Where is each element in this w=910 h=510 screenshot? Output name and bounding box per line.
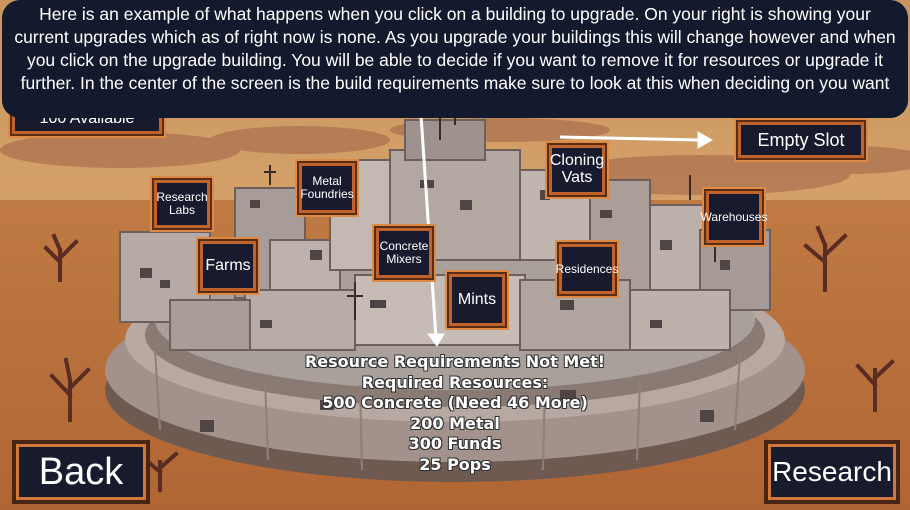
tooltip-bottom: [2, 96, 908, 118]
resource-requirements: Resource Requirements Not Met! Required …: [280, 352, 630, 475]
concrete-mixers-label: Concrete Mixers: [379, 239, 429, 266]
research-button[interactable]: Research: [764, 440, 900, 504]
back-label: Back: [38, 450, 124, 493]
empty-slot-label: Empty Slot: [757, 129, 845, 150]
building-research-labs[interactable]: Research Labs: [154, 180, 210, 228]
warehouses-label: Warehouses: [700, 209, 768, 224]
mints-label: Mints: [457, 290, 497, 308]
residences-label: Residences: [555, 261, 619, 276]
building-warehouses[interactable]: Warehouses: [701, 191, 767, 243]
requirement-item: 500 Concrete (Need 46 More): [322, 393, 588, 412]
building-residences[interactable]: Residences: [556, 244, 618, 294]
cloning-vats-label: Cloning Vats: [549, 152, 605, 186]
requirements-status: Resource Requirements Not Met!: [304, 352, 606, 371]
back-button[interactable]: Back: [12, 440, 150, 504]
building-mints[interactable]: Mints: [449, 274, 505, 326]
building-concrete-mixers[interactable]: Concrete Mixers: [376, 228, 432, 278]
requirement-item: 300 Funds: [408, 434, 502, 453]
requirements-heading: Required Resources:: [361, 372, 549, 392]
research-labs-label: Research Labs: [156, 190, 208, 217]
building-cloning-vats[interactable]: Cloning Vats: [549, 145, 605, 195]
metal-foundries-label: Metal Foundries: [300, 174, 354, 201]
research-label: Research: [772, 456, 892, 487]
requirement-item: 200 Metal: [410, 413, 500, 433]
empty-slot-button[interactable]: Empty Slot: [738, 122, 864, 158]
farms-label: Farms: [205, 256, 251, 274]
building-farms[interactable]: Farms: [200, 241, 256, 291]
requirement-item: 25 Pops: [419, 454, 491, 474]
building-metal-foundries[interactable]: Metal Foundries: [299, 163, 355, 213]
